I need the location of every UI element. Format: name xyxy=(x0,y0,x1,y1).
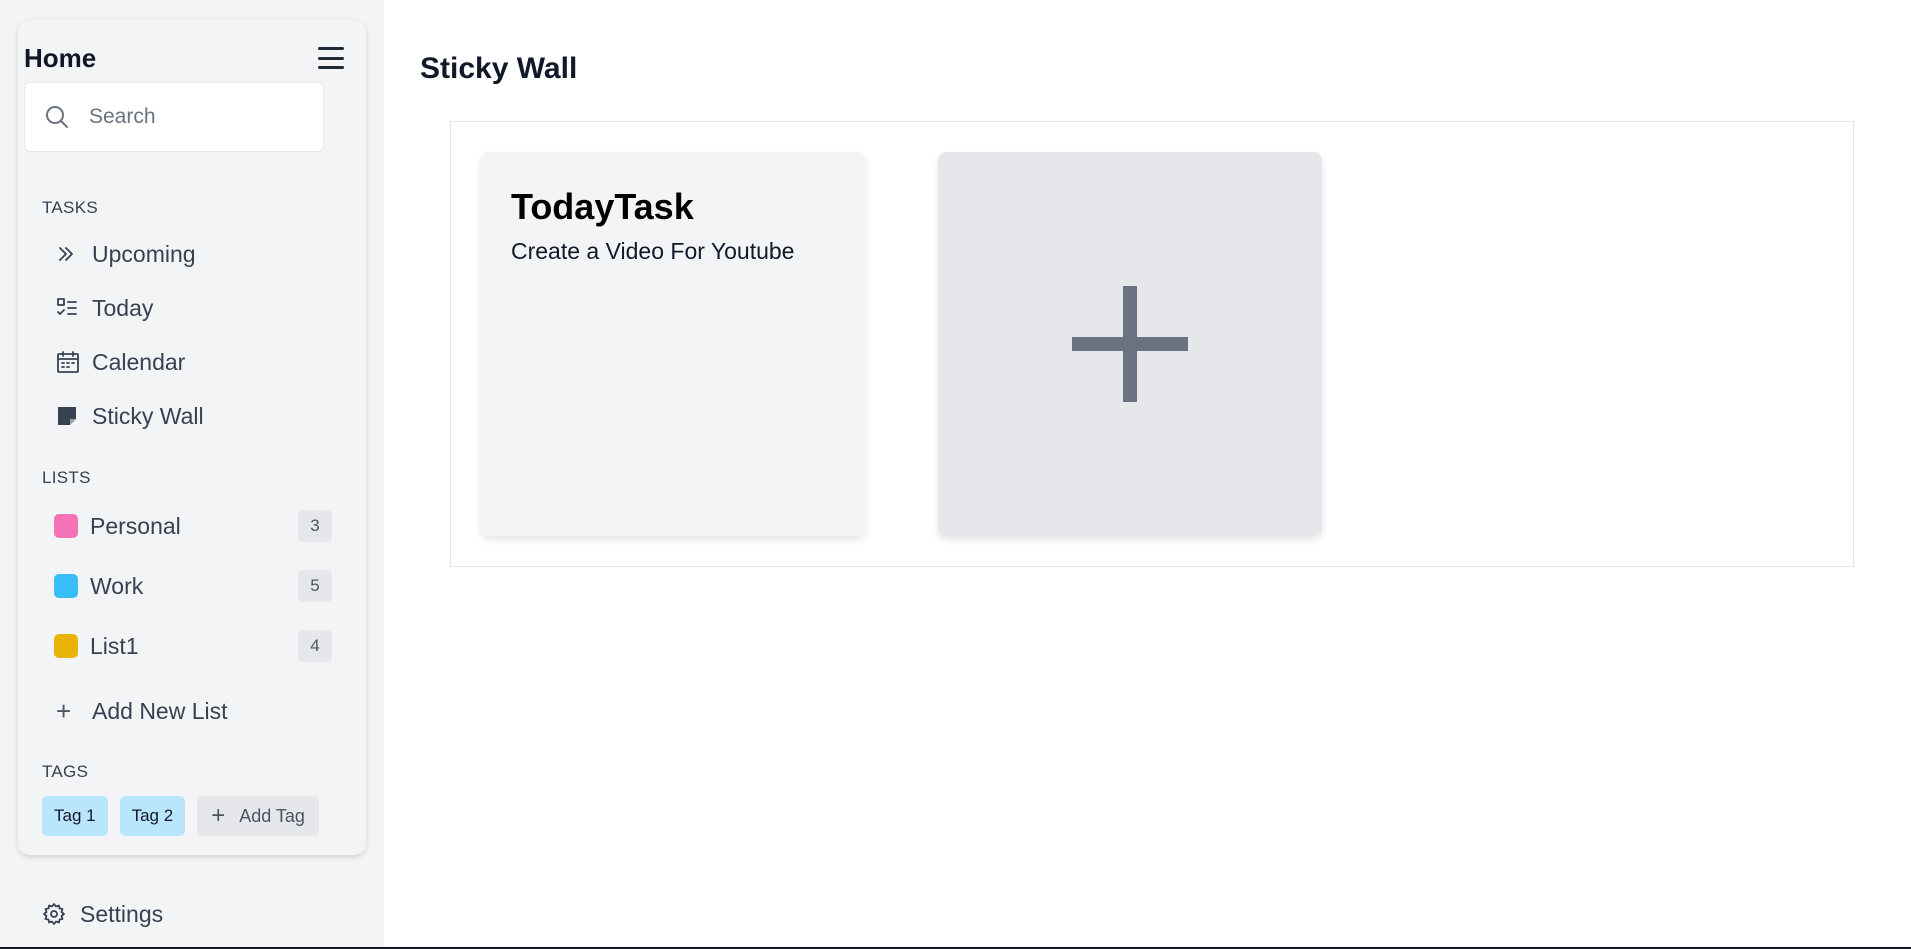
list-item-label: List1 xyxy=(90,632,139,659)
sticky-note-icon xyxy=(42,405,92,427)
plus-icon xyxy=(1072,286,1188,402)
sidebar-item-sticky-wall[interactable]: Sticky Wall xyxy=(42,394,342,438)
calendar-icon xyxy=(42,350,92,374)
lists-section-label: LISTS xyxy=(42,468,91,487)
sidebar-item-upcoming[interactable]: Upcoming xyxy=(42,232,342,276)
list-item-label: Personal xyxy=(90,512,181,539)
sidebar-title: Home xyxy=(24,42,97,73)
page-title: Sticky Wall xyxy=(420,52,578,85)
add-tag-label: Add Tag xyxy=(239,805,305,826)
tag-chip[interactable]: Tag 2 xyxy=(119,796,186,836)
sidebar-header: Home xyxy=(24,38,344,78)
sticky-note-title: TodayTask xyxy=(511,186,694,227)
tags-section-label: TAGS xyxy=(42,762,89,781)
add-tag-button[interactable]: + Add Tag xyxy=(197,796,319,836)
list-color-swatch xyxy=(54,574,78,598)
list-count-badge: 4 xyxy=(298,630,332,662)
list-color-swatch xyxy=(54,514,78,538)
gear-icon xyxy=(43,903,65,925)
list-item-label: Work xyxy=(90,572,144,599)
tags-row: Tag 1 Tag 2 + Add Tag xyxy=(42,796,319,836)
sidebar-item-calendar[interactable]: Calendar xyxy=(42,340,342,384)
plus-icon: + xyxy=(56,696,72,726)
settings-label: Settings xyxy=(80,900,164,927)
search-box[interactable] xyxy=(24,82,324,152)
list-count-badge: 5 xyxy=(298,570,332,602)
chevrons-right-icon xyxy=(42,244,92,264)
tasks-section-label: TASKS xyxy=(42,198,98,217)
search-icon xyxy=(46,106,68,128)
menu-icon[interactable] xyxy=(318,47,344,69)
sidebar-item-label: Sticky Wall xyxy=(92,402,204,429)
sticky-note[interactable]: TodayTask Create a Video For Youtube xyxy=(481,152,865,536)
list-item-work[interactable]: Work 5 xyxy=(42,563,332,609)
plus-icon: + xyxy=(211,802,226,829)
list-item-list1[interactable]: List1 4 xyxy=(42,623,332,669)
sticky-note-text: Create a Video For Youtube xyxy=(511,238,795,264)
sidebar-item-label: Today xyxy=(92,294,154,321)
add-new-list-label: Add New List xyxy=(92,697,228,724)
list-item-personal[interactable]: Personal 3 xyxy=(42,503,332,549)
checklist-icon xyxy=(42,297,92,319)
list-count-badge: 3 xyxy=(298,510,332,542)
sidebar-item-today[interactable]: Today xyxy=(42,286,342,330)
settings-button[interactable]: Settings xyxy=(42,892,163,936)
search-input[interactable] xyxy=(89,105,289,129)
tag-chip[interactable]: Tag 1 xyxy=(42,796,108,836)
add-new-list-button[interactable]: + Add New List xyxy=(42,689,228,733)
list-color-swatch xyxy=(54,634,78,658)
add-note-button[interactable] xyxy=(938,152,1322,536)
sidebar-item-label: Upcoming xyxy=(92,240,196,267)
sidebar-item-label: Calendar xyxy=(92,348,186,375)
